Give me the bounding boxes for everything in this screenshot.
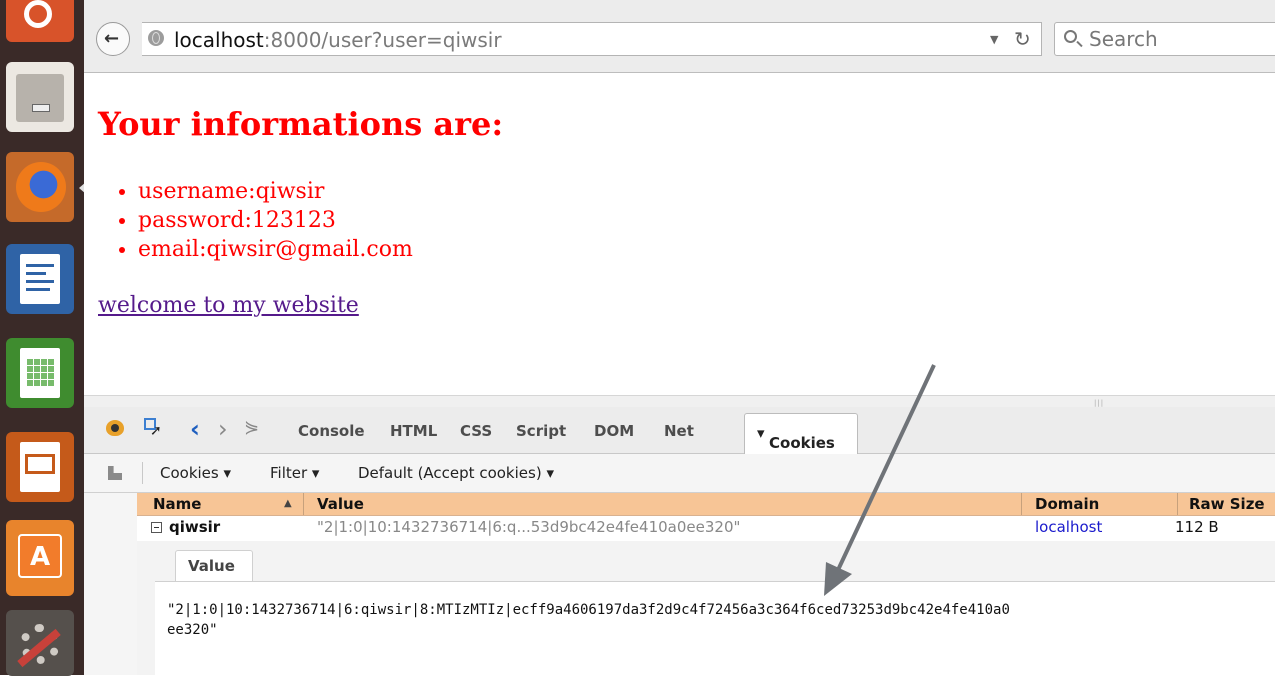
tab-console[interactable]: Console (298, 422, 365, 440)
tab-cookies[interactable]: Cookies ▾ (744, 413, 858, 454)
column-divider[interactable] (303, 493, 304, 515)
libreoffice-impress-icon[interactable] (6, 432, 74, 502)
page-heading: Your informations are: (98, 105, 504, 143)
tab-script[interactable]: Script (516, 422, 566, 440)
cookie-domain[interactable]: localhost (1035, 518, 1102, 536)
list-item: username:qiwsir (138, 177, 413, 206)
cookie-table: Name ▲ Value Domain Raw Size qiwsir "2|1… (84, 493, 1275, 676)
cookie-detail-panel: Value "2|1:0|10:1432736714|6:qiwsir|8:MT… (137, 541, 1275, 676)
column-header-domain[interactable]: Domain (1035, 495, 1099, 513)
search-input[interactable]: Search (1054, 22, 1275, 56)
cookies-menu[interactable]: Cookies ▾ (160, 464, 231, 482)
url-history-dropdown-icon[interactable]: ▼ (990, 33, 998, 46)
previous-icon[interactable]: ‹ (190, 415, 200, 443)
column-header-name[interactable]: Name (153, 495, 201, 513)
collapse-icon[interactable] (151, 522, 162, 533)
welcome-link[interactable]: welcome to my website (98, 293, 359, 318)
cookie-detail-body: "2|1:0|10:1432736714|6:qiwsir|8:MTIzMTIz… (155, 581, 1275, 676)
column-divider[interactable] (1021, 493, 1022, 515)
url-text: localhost:8000/user?user=qiwsir (174, 28, 502, 52)
splitter-grip[interactable]: ||| (1094, 399, 1104, 407)
cookies-toolbar: Cookies ▾ Filter ▾ Default (Accept cooki… (84, 454, 1275, 493)
search-placeholder: Search (1089, 27, 1158, 51)
tab-dom[interactable]: DOM (594, 422, 634, 440)
site-identity-icon[interactable] (148, 30, 164, 46)
next-icon[interactable]: › (218, 415, 228, 443)
cookie-policy-menu[interactable]: Default (Accept cookies) ▾ (358, 464, 554, 482)
ubuntu-launcher (0, 0, 86, 676)
table-row[interactable]: qiwsir "2|1:0|10:1432736714|6:q...53d9bc… (137, 516, 1275, 540)
search-icon (1064, 30, 1077, 43)
back-arrow-icon: ← (104, 28, 120, 49)
tab-value[interactable]: Value (175, 550, 253, 582)
firebug-icon[interactable] (106, 420, 124, 436)
reload-icon[interactable]: ↻ (1014, 27, 1031, 51)
tab-html[interactable]: HTML (390, 422, 437, 440)
column-header-value[interactable]: Value (317, 495, 364, 513)
cookie-full-value-line: "2|1:0|10:1432736714|6:qiwsir|8:MTIzMTIz… (167, 602, 1010, 618)
firebug-toolbar: ➚ ‹ › ⋟ Console HTML CSS Script DOM Net … (84, 407, 1275, 454)
browser-toolbar: ← localhost:8000/user?user=qiwsir ▼ ↻ Se… (84, 0, 1275, 73)
filter-menu-label: Filter (270, 464, 308, 482)
inspect-element-icon[interactable]: ➚ (144, 418, 164, 439)
toolbar-divider (142, 462, 143, 484)
url-bar[interactable]: localhost:8000/user?user=qiwsir (142, 22, 1042, 56)
firefox-icon[interactable] (6, 152, 86, 222)
filter-menu[interactable]: Filter ▾ (270, 464, 319, 482)
tab-css[interactable]: CSS (460, 422, 492, 440)
column-header-row: Name ▲ Value Domain Raw Size (137, 493, 1275, 516)
sort-ascending-icon: ▲ (284, 498, 292, 509)
tab-net[interactable]: Net (664, 422, 694, 440)
cookie-policy-label: Default (Accept cookies) (358, 464, 542, 482)
list-item: password:123123 (138, 206, 413, 235)
files-icon[interactable] (6, 62, 74, 132)
tab-value-label: Value (188, 557, 235, 575)
list-item: email:qiwsir@gmail.com (138, 235, 413, 264)
cookie-value: "2|1:0|10:1432736714|6:q...53d9bc42e4fe4… (317, 518, 741, 536)
table-gutter (84, 493, 137, 675)
libreoffice-writer-icon[interactable] (6, 244, 74, 314)
ubuntu-dash-icon[interactable] (6, 0, 74, 42)
firebug-panel: ➚ ‹ › ⋟ Console HTML CSS Script DOM Net … (84, 407, 1275, 676)
cookie-name: qiwsir (169, 518, 221, 536)
command-editor-icon[interactable]: ⋟ (244, 417, 259, 438)
url-host: localhost (174, 28, 264, 52)
column-header-raw-size[interactable]: Raw Size (1189, 495, 1265, 513)
url-path: :8000/user?user=qiwsir (263, 28, 502, 52)
cookie-full-value-line: ee320" (167, 622, 218, 638)
cookies-menu-label: Cookies (160, 464, 219, 482)
back-button[interactable]: ← (96, 22, 130, 56)
page-content: Your informations are: username:qiwsir p… (84, 73, 1275, 395)
cookie-full-value: "2|1:0|10:1432736714|6:qiwsir|8:MTIzMTIz… (167, 600, 1267, 640)
cookie-raw-size: 112 B (1175, 518, 1219, 536)
break-on-cookie-icon[interactable] (108, 466, 122, 480)
system-settings-icon[interactable] (6, 610, 74, 676)
libreoffice-calc-icon[interactable] (6, 338, 74, 408)
user-info-list: username:qiwsir password:123123 email:qi… (118, 177, 413, 264)
software-center-icon[interactable] (6, 520, 74, 596)
column-divider[interactable] (1177, 493, 1178, 515)
tab-cookies-label: Cookies (769, 434, 835, 452)
